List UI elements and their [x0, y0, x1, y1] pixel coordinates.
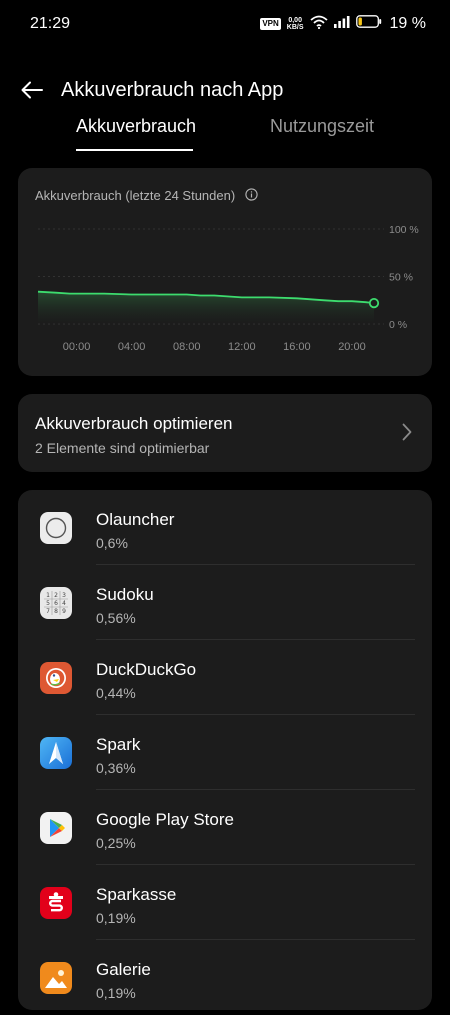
app-percent: 0,25% [96, 835, 136, 851]
spark-icon [40, 737, 72, 769]
app-name: DuckDuckGo [96, 660, 197, 679]
battery-icon [355, 15, 382, 33]
status-indicators: VPN 0,00 KB/S 19 % [260, 14, 426, 34]
app-name: Spark [96, 735, 141, 754]
google-play-store-icon [40, 812, 72, 844]
optimize-title: Akkuverbrauch optimieren [35, 414, 233, 433]
sudoku-icon: 1 2 3 5 6 4 7 8 9 [40, 587, 72, 619]
app-percent: 0,6% [96, 535, 128, 551]
active-tab-indicator [76, 149, 193, 151]
sudoku-digit: 4 [62, 600, 66, 607]
duckduckgo-icon [40, 662, 72, 694]
net-speed-value: 0,00 [288, 17, 302, 24]
sudoku-digit: 8 [54, 608, 58, 615]
vpn-badge: VPN [260, 18, 281, 30]
sudoku-digit: 1 [46, 592, 50, 599]
arrow-left-icon [21, 81, 43, 104]
app-row-sparkasse[interactable]: Sparkasse 0,19% [18, 865, 432, 940]
app-name: Galerie [96, 960, 151, 979]
sudoku-digit: 5 [46, 600, 50, 607]
back-button[interactable] [16, 76, 48, 108]
wifi-icon [309, 15, 328, 34]
tab-akkuverbrauch[interactable]: Akkuverbrauch [76, 116, 196, 137]
app-row-olauncher[interactable]: Olauncher 0,6% [18, 490, 432, 565]
app-percent: 0,44% [96, 685, 136, 701]
galerie-icon [40, 962, 72, 994]
app-name: Sudoku [96, 585, 154, 604]
signal-icon [333, 15, 350, 33]
tab-nutzungszeit[interactable]: Nutzungszeit [270, 116, 374, 137]
sudoku-digit: 7 [46, 608, 50, 615]
app-row-sudoku[interactable]: 1 2 3 5 6 4 7 8 9 Sudoku 0,56% [18, 565, 432, 640]
app-row-duckduckgo[interactable]: DuckDuckGo 0,44% [18, 640, 432, 715]
y-tick-label: 0 % [389, 319, 407, 331]
sparkasse-icon [40, 887, 72, 919]
x-tick-label: 16:00 [283, 341, 311, 353]
app-percent: 0,36% [96, 760, 136, 776]
app-row-galerie[interactable]: Galerie 0,19% [18, 940, 432, 1015]
app-percent: 0,19% [96, 910, 136, 926]
optimize-battery-card[interactable]: Akkuverbrauch optimieren 2 Elemente sind… [18, 394, 432, 472]
y-tick-label: 100 % [389, 224, 419, 236]
net-speed: 0,00 KB/S [287, 17, 304, 31]
battery-usage-chart: 100 % 50 % 0 % 00:00 04:00 08:00 12:00 16:00 20:… [37, 224, 419, 353]
y-tick-label: 50 % [389, 272, 413, 284]
app-row-spark[interactable]: Spark 0,36% [18, 715, 432, 790]
app-name: Sparkasse [96, 885, 177, 904]
sudoku-digit: 2 [54, 592, 58, 599]
app-name: Olauncher [96, 510, 175, 529]
optimize-subtitle: 2 Elemente sind optimierbar [35, 440, 210, 456]
x-tick-label: 12:00 [228, 341, 256, 353]
battery-chart-card: Akkuverbrauch (letzte 24 Stunden) 100 % 5… [18, 168, 432, 376]
app-name: Google Play Store [96, 810, 234, 829]
status-time: 21:29 [30, 15, 71, 32]
chevron-right-icon [402, 423, 412, 446]
app-percent: 0,19% [96, 985, 136, 1001]
tab-bar: Akkuverbrauch Nutzungszeit [0, 116, 450, 156]
app-percent: 0,56% [96, 610, 136, 626]
chart-current-point [368, 298, 380, 309]
sudoku-digit: 6 [54, 600, 58, 607]
app-row-google-play-store[interactable]: Google Play Store 0,25% [18, 790, 432, 865]
x-tick-label: 08:00 [173, 341, 201, 353]
top-bar: Akkuverbrauch nach App [0, 70, 450, 114]
battery-percent: 19 % [389, 15, 426, 32]
chart-area [38, 291, 374, 324]
x-tick-label: 04:00 [118, 341, 146, 353]
sudoku-digit: 3 [62, 592, 66, 599]
olauncher-icon [40, 512, 72, 544]
page-title: Akkuverbrauch nach App [61, 79, 284, 101]
status-bar: 21:29 VPN 0,00 KB/S 19 % [0, 0, 450, 50]
sudoku-digit: 9 [62, 608, 66, 615]
x-tick-label: 00:00 [63, 341, 91, 353]
net-speed-unit: KB/S [286, 24, 304, 31]
x-tick-label: 20:00 [338, 341, 366, 353]
app-list-card: Olauncher 0,6% 1 2 3 5 6 4 7 8 9 Sudoku … [18, 490, 432, 1010]
